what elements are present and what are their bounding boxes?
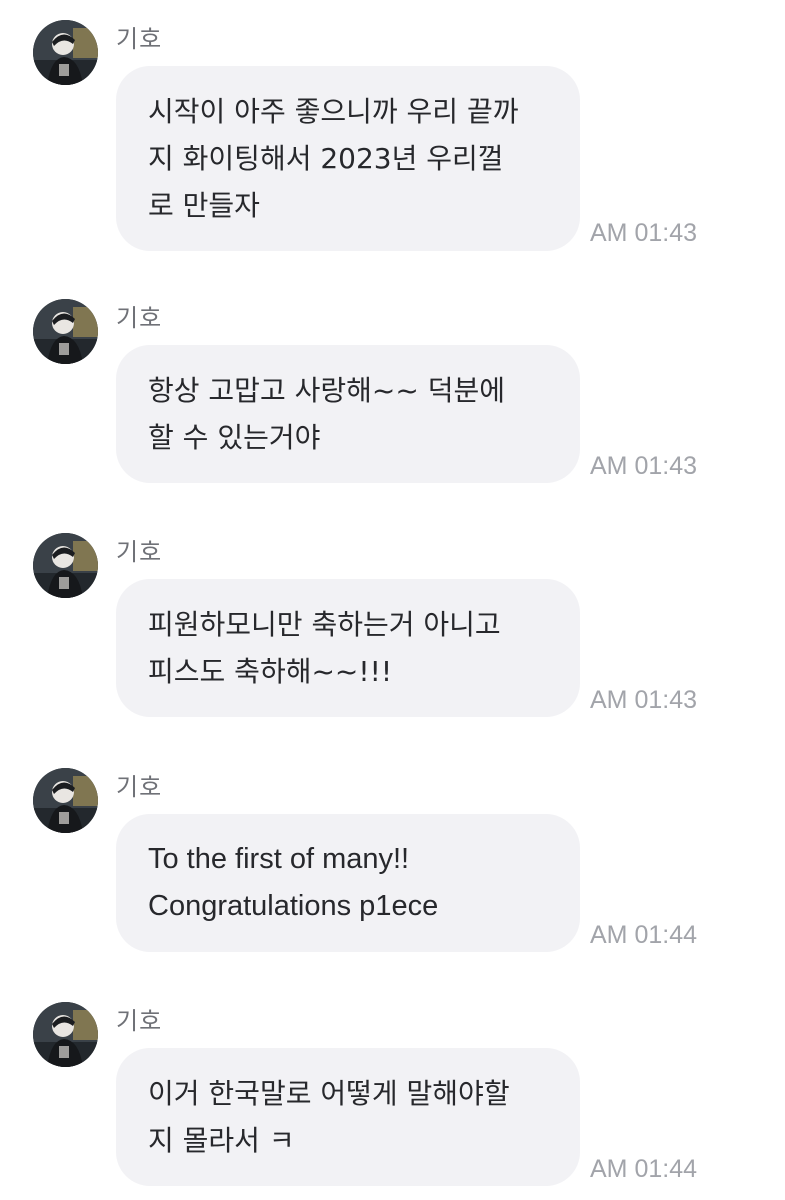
sender-avatar[interactable] bbox=[33, 533, 98, 598]
sender-avatar[interactable] bbox=[33, 768, 98, 833]
profile-photo-icon bbox=[33, 20, 98, 85]
sender-avatar[interactable] bbox=[33, 299, 98, 364]
sender-name: 기호 bbox=[116, 25, 163, 53]
message-time: AM 01:43 bbox=[590, 452, 698, 480]
message-time: AM 01:44 bbox=[590, 921, 698, 949]
message-time: AM 01:44 bbox=[590, 1155, 698, 1183]
profile-photo-icon bbox=[33, 1002, 98, 1067]
sender-avatar[interactable] bbox=[33, 1002, 98, 1067]
message-time: AM 01:43 bbox=[590, 686, 698, 714]
chat-thread: 기호 시작이 아주 좋으니까 우리 끝까 지 화이팅해서 2023년 우리껄 로… bbox=[0, 0, 785, 1200]
profile-photo-icon bbox=[33, 533, 98, 598]
sender-name: 기호 bbox=[116, 773, 163, 801]
sender-name: 기호 bbox=[116, 538, 163, 566]
sender-name: 기호 bbox=[116, 304, 163, 332]
sender-avatar[interactable] bbox=[33, 20, 98, 85]
sender-name: 기호 bbox=[116, 1007, 163, 1035]
message-bubble[interactable]: 이거 한국말로 어떻게 말해야할 지 몰라서 ㅋ bbox=[116, 1048, 580, 1186]
message-bubble[interactable]: 항상 고맙고 사랑해~~ 덕분에 할 수 있는거야 bbox=[116, 345, 580, 483]
message-bubble[interactable]: To the first of many!! Congratulations p… bbox=[116, 814, 580, 952]
message-bubble[interactable]: 시작이 아주 좋으니까 우리 끝까 지 화이팅해서 2023년 우리껄 로 만들… bbox=[116, 66, 580, 251]
profile-photo-icon bbox=[33, 768, 98, 833]
profile-photo-icon bbox=[33, 299, 98, 364]
message-time: AM 01:43 bbox=[590, 219, 698, 247]
message-bubble[interactable]: 피원하모니만 축하는거 아니고 피스도 축하해~~!!! bbox=[116, 579, 580, 717]
